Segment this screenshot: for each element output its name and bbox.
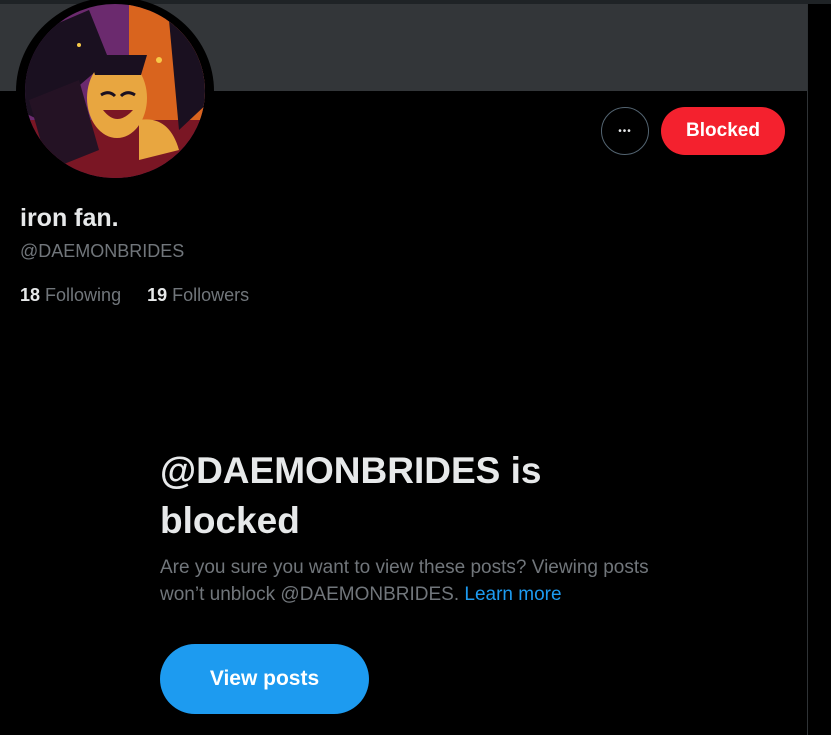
blocked-button[interactable]: Blocked [661, 107, 785, 155]
blocked-button-label: Blocked [686, 120, 760, 141]
followers-count: 19 [147, 285, 168, 305]
blocked-notice: @DAEMONBRIDES is blocked Are you sure yo… [160, 446, 660, 608]
more-horizontal-icon: ••• [618, 125, 632, 137]
cartoon-character-avatar-icon [25, 4, 205, 178]
following-count: 18 [20, 285, 41, 305]
view-posts-button[interactable]: View posts [160, 644, 369, 714]
profile-handle: @DAEMONBRIDES [20, 241, 185, 261]
blocked-description-text: Are you sure you want to view these post… [160, 557, 649, 605]
profile-avatar[interactable] [19, 0, 211, 182]
following-link[interactable]: 18 Following [20, 285, 121, 306]
followers-label: Followers [172, 285, 250, 305]
follow-stats: 18 Following 19 Followers [20, 285, 249, 306]
following-label: Following [45, 285, 122, 305]
blocked-title: @DAEMONBRIDES is blocked [160, 450, 542, 541]
view-posts-label: View posts [209, 667, 320, 690]
more-options-button[interactable]: ••• [601, 107, 649, 155]
followers-link[interactable]: 19 Followers [147, 285, 249, 306]
learn-more-link[interactable]: Learn more [464, 584, 561, 605]
blocked-description: Are you sure you want to view these post… [160, 554, 660, 608]
scrollbar-area [807, 4, 831, 735]
display-name: iron fan. [20, 204, 119, 232]
